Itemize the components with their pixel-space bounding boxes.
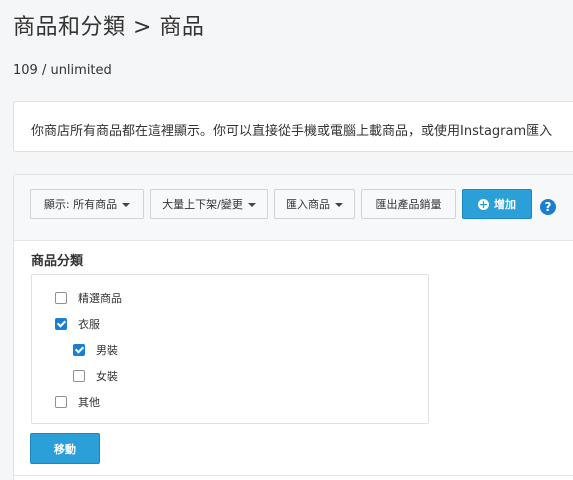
toolbar: 顯示: 所有商品 大量上下架/變更 匯入商品 匯出產品銷量 + 增加 ? [14, 175, 573, 241]
category-label: 其他 [78, 396, 100, 409]
category-item-menswear[interactable]: 男裝 [73, 342, 118, 358]
help-icon[interactable]: ? [540, 199, 556, 215]
category-item-clothes[interactable]: 衣服 [55, 316, 100, 332]
category-label: 男裝 [96, 344, 118, 357]
category-label: 衣服 [78, 318, 100, 331]
filter-dropdown-label: 顯示: 所有商品 [43, 198, 118, 211]
export-sales-label: 匯出產品銷量 [375, 198, 442, 211]
category-checkbox[interactable] [73, 370, 85, 382]
divider [14, 475, 573, 476]
category-list: 精選商品 衣服 男裝 女裝 其他 [31, 274, 429, 424]
category-checkbox[interactable] [55, 318, 67, 330]
move-button[interactable]: 移動 [30, 433, 100, 464]
import-products-label: 匯入商品 [286, 198, 330, 211]
category-item-featured[interactable]: 精選商品 [55, 290, 122, 306]
bulk-edit-label: 大量上下架/變更 [162, 198, 243, 211]
filter-dropdown-button[interactable]: 顯示: 所有商品 [30, 189, 144, 219]
chevron-down-icon [122, 202, 131, 207]
category-checkbox[interactable] [55, 292, 67, 304]
chevron-down-icon [247, 202, 256, 207]
info-panel: 你商店所有商品都在這裡顯示。你可以直接從手機或電腦上載商品，或使用Instagr… [13, 101, 573, 152]
import-products-dropdown-button[interactable]: 匯入商品 [274, 189, 355, 219]
plus-icon: + [478, 197, 489, 211]
add-product-label: 增加 [494, 198, 516, 211]
info-text: 你商店所有商品都在這裡顯示。你可以直接從手機或電腦上載商品，或使用Instagr… [31, 124, 553, 139]
category-section-title: 商品分類 [31, 254, 84, 269]
export-sales-button[interactable]: 匯出產品銷量 [361, 189, 456, 219]
category-item-others[interactable]: 其他 [55, 394, 100, 410]
category-label: 女裝 [96, 370, 118, 383]
bulk-edit-dropdown-button[interactable]: 大量上下架/變更 [150, 189, 268, 219]
category-label: 精選商品 [78, 292, 122, 305]
category-checkbox[interactable] [73, 344, 85, 356]
category-checkbox[interactable] [55, 396, 67, 408]
product-count: 109 / unlimited [13, 63, 112, 78]
add-product-button[interactable]: + 增加 [462, 189, 532, 219]
page-title: 商品和分類 > 商品 [13, 15, 205, 40]
category-item-womenswear[interactable]: 女裝 [73, 368, 118, 384]
products-panel: 顯示: 所有商品 大量上下架/變更 匯入商品 匯出產品銷量 + 增加 ? 商品分… [13, 174, 573, 480]
chevron-down-icon [335, 202, 343, 207]
